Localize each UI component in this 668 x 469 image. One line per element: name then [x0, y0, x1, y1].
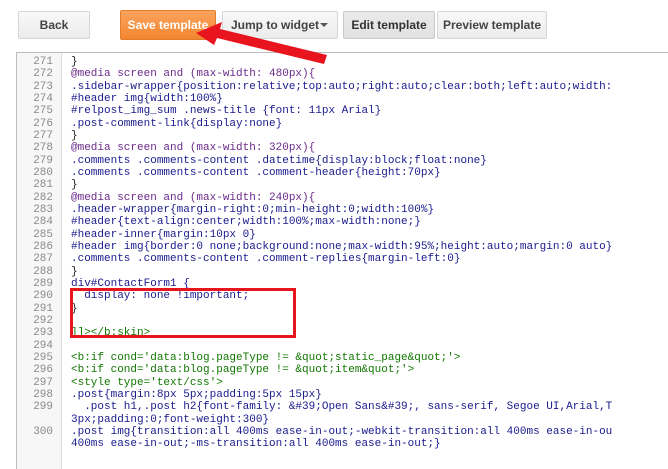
pointer-arrow-icon: [196, 22, 327, 64]
